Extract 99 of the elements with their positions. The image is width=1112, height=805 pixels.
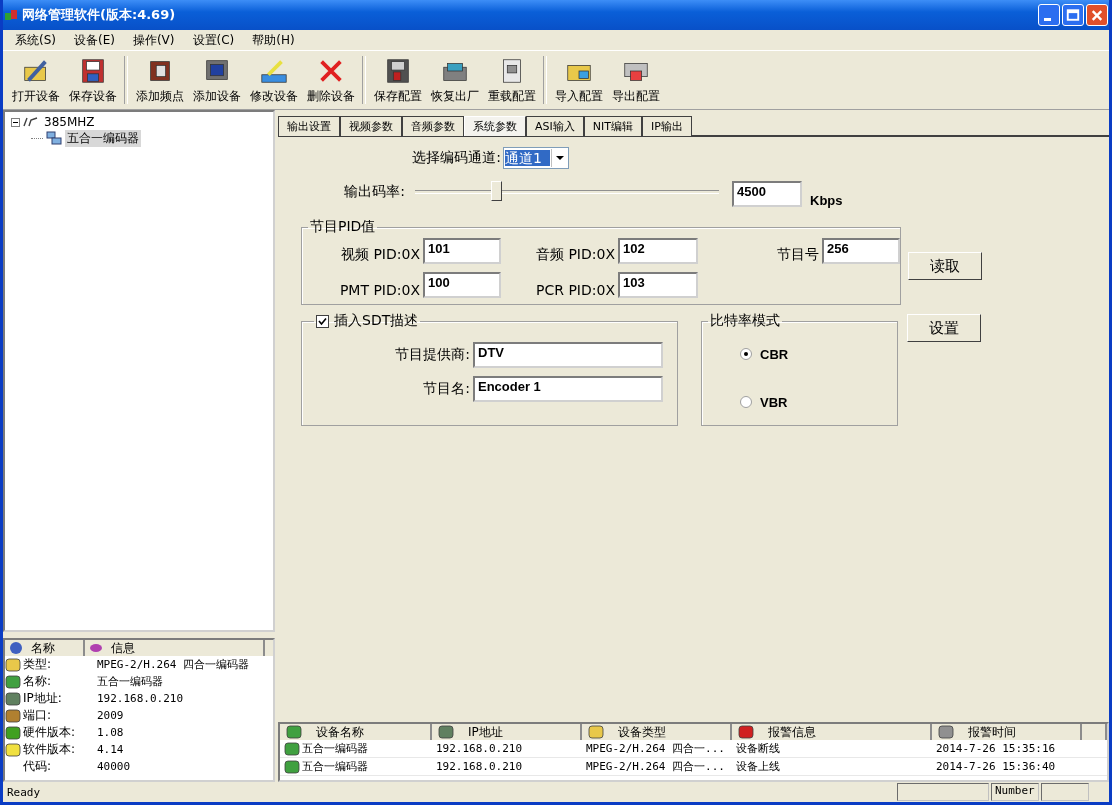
info-label: 代码: [23, 758, 53, 775]
checkbox-label: 插入SDT描述 [334, 312, 419, 330]
status-text: Ready [6, 785, 42, 799]
toolbar-button[interactable]: 添加频点 [131, 55, 188, 105]
info-value: 2009 [97, 709, 124, 722]
toolbar-button[interactable]: 导入配置 [550, 55, 607, 105]
info-label: 名称: [23, 673, 53, 690]
column-header[interactable]: 报警信息 [732, 724, 932, 740]
column-header[interactable]: 名称 [5, 640, 85, 656]
menu-item[interactable]: 操作(V) [124, 31, 185, 49]
maximize-button[interactable] [1062, 4, 1084, 26]
pid-field[interactable]: 103 [618, 272, 698, 298]
dropdown-arrow-icon [556, 155, 564, 161]
group-title: 比特率模式 [710, 312, 780, 328]
tree-item[interactable]: 385MHZ [42, 115, 97, 129]
info-value: 192.168.0.210 [97, 692, 184, 705]
radio-label: VBR [760, 394, 788, 410]
table-cell: MPEG-2/H.264 四合一... [586, 759, 725, 774]
field-label: 节目名: [422, 380, 470, 398]
info-value: 五合一编码器 [97, 674, 163, 689]
status-panel [1041, 783, 1089, 801]
info-label: 类型: [23, 656, 53, 673]
table-cell: 五合一编码器 [302, 759, 368, 774]
field-label: PMT PID:0X [338, 282, 420, 298]
minimize-button[interactable] [1038, 4, 1060, 26]
collapse-icon[interactable] [11, 117, 20, 127]
toolbar-button[interactable]: 保存设备 [64, 55, 121, 105]
tab[interactable]: 输出设置 [278, 116, 340, 136]
disc-icon [89, 641, 103, 655]
field-label: 选择编码通道: [411, 149, 501, 167]
unit-label: Kbps [810, 193, 843, 208]
radio-button[interactable] [740, 348, 752, 360]
info-value: 40000 [97, 760, 131, 773]
app-icon [4, 8, 18, 22]
read-button[interactable]: 读取 [908, 252, 982, 280]
group-title: 节目PID值 [310, 218, 376, 234]
set-button[interactable]: 设置 [907, 314, 981, 342]
table-cell: 192.168.0.210 [436, 742, 523, 755]
toolbar-button[interactable]: 重载配置 [483, 55, 540, 105]
toolbar-button[interactable]: 添加设备 [188, 55, 245, 105]
tab[interactable]: 视频参数 [340, 116, 402, 136]
pid-field[interactable]: 256 [822, 238, 900, 264]
info-value: MPEG-2/H.264 四合一编码器 [97, 657, 250, 672]
info-label: 端口: [23, 707, 53, 724]
info-value: 1.08 [97, 726, 124, 739]
info-label: 硬件版本: [23, 724, 77, 741]
field-label: 节目提供商: [394, 346, 470, 364]
tab[interactable]: IP输出 [641, 116, 692, 136]
table-cell: 设备断线 [736, 741, 780, 756]
column-header[interactable]: 设备类型 [582, 724, 732, 740]
table-cell: 设备上线 [736, 759, 780, 774]
toolbar-button[interactable]: 保存配置 [369, 55, 426, 105]
menu-item[interactable]: 帮助(H) [244, 31, 305, 49]
menu-item[interactable]: 设置(C) [184, 31, 245, 49]
window-title: 网络管理软件(版本:4.69) [22, 6, 176, 24]
tab[interactable]: ASI输入 [526, 116, 584, 136]
pid-field[interactable]: 101 [423, 238, 501, 264]
column-header[interactable]: 信息 [85, 640, 265, 656]
field-label: PCR PID:0X [535, 282, 615, 298]
tab[interactable]: 音频参数 [402, 116, 464, 136]
info-label: 软件版本: [23, 741, 77, 758]
info-value: 4.14 [97, 743, 124, 756]
radio-label: CBR [760, 346, 789, 362]
table-cell: 2014-7-26 15:36:40 [936, 760, 1056, 773]
channel-dropdown[interactable]: 通道1 [503, 147, 569, 169]
field-label: 节目号 [776, 246, 819, 264]
text-field[interactable]: Encoder 1 [473, 376, 663, 402]
menu-item[interactable]: 设备(E) [66, 31, 125, 49]
column-header[interactable]: IP地址 [432, 724, 582, 740]
minimize-icon [1043, 17, 1051, 21]
pid-field[interactable]: 100 [423, 272, 501, 298]
info-label: IP地址: [23, 690, 63, 707]
tree-item[interactable]: 五合一编码器 [65, 129, 141, 147]
toolbar-button[interactable]: 删除设备 [302, 55, 359, 105]
computers-icon [46, 130, 62, 146]
toolbar-button[interactable]: 导出配置 [607, 55, 664, 105]
radio-button[interactable] [740, 396, 752, 408]
field-label: 视频 PID:0X [339, 246, 420, 264]
bitrate-field[interactable]: 4500 [732, 181, 802, 207]
column-header[interactable]: 设备名称 [280, 724, 432, 740]
text-field[interactable]: DTV [473, 342, 663, 368]
close-button[interactable] [1086, 4, 1108, 26]
status-panel: Number [991, 783, 1039, 801]
tab[interactable]: 系统参数 [464, 116, 526, 136]
table-cell: 五合一编码器 [302, 741, 368, 756]
toolbar-button[interactable]: 打开设备 [7, 55, 64, 105]
slider-thumb[interactable] [490, 181, 502, 201]
pid-field[interactable]: 102 [618, 238, 698, 264]
checkbox[interactable] [316, 314, 329, 328]
menu-item[interactable]: 系统(S) [7, 31, 66, 49]
table-cell: 2014-7-26 15:35:16 [936, 742, 1056, 755]
table-cell: MPEG-2/H.264 四合一... [586, 741, 725, 756]
toolbar-button[interactable]: 修改设备 [245, 55, 302, 105]
toolbar-button[interactable]: 恢复出厂 [426, 55, 483, 105]
field-label: 输出码率: [343, 183, 405, 201]
column-header[interactable]: 报警时间 [932, 724, 1082, 740]
tab[interactable]: NIT编辑 [583, 116, 642, 136]
field-label: 音频 PID:0X [534, 246, 615, 264]
table-cell: 192.168.0.210 [436, 760, 523, 773]
